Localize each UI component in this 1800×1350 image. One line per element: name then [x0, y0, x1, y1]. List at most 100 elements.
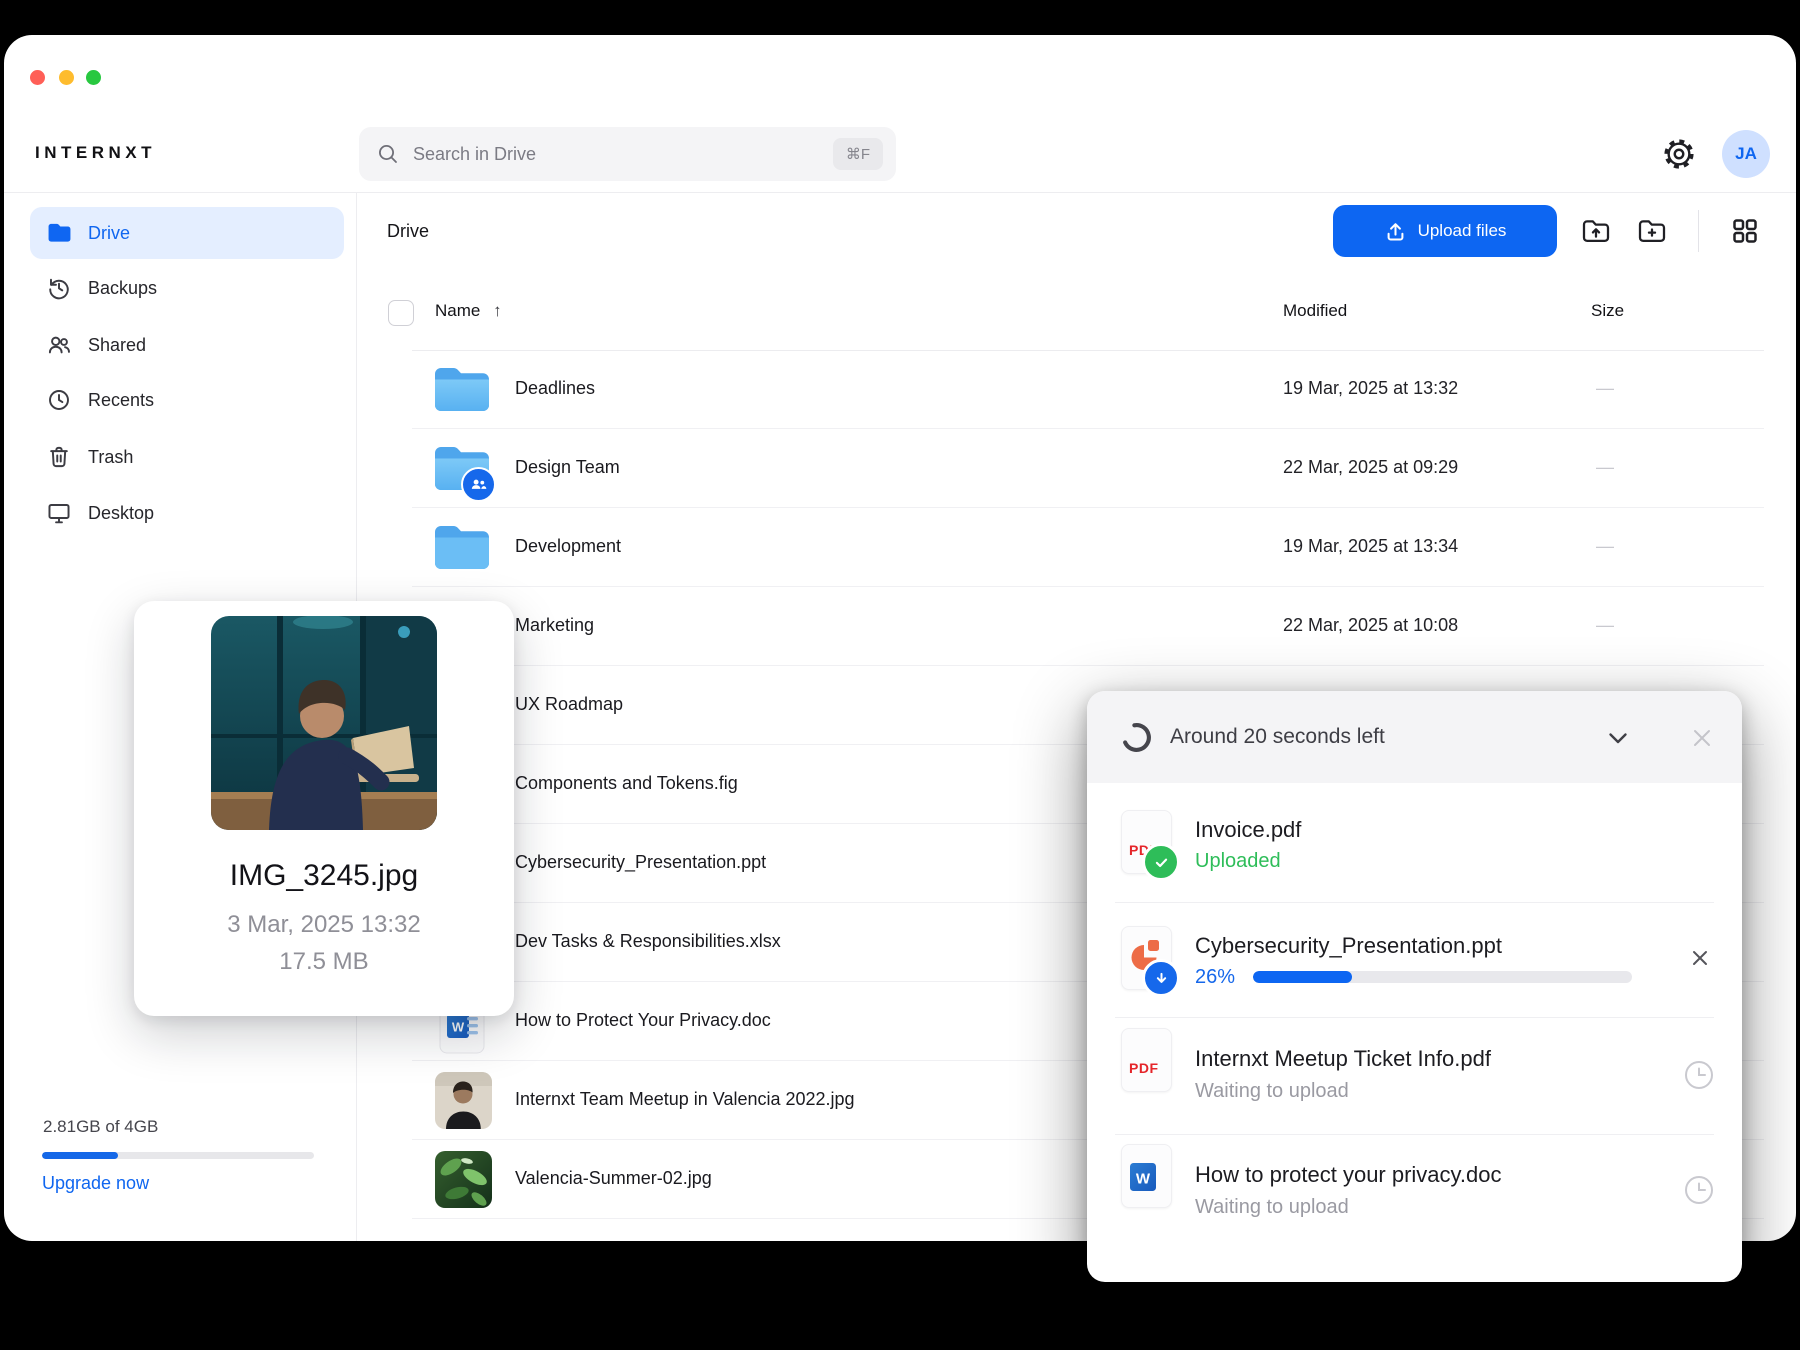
- grid-view-icon: [1730, 216, 1760, 246]
- sidebar-item-desktop[interactable]: Desktop: [30, 487, 344, 539]
- search-icon: [376, 142, 400, 166]
- folder-upload-icon: [1580, 215, 1612, 247]
- clock-icon: [46, 387, 72, 413]
- sidebar-item-recents[interactable]: Recents: [30, 374, 344, 426]
- column-header-modified[interactable]: Modified: [1283, 301, 1347, 321]
- new-folder-button[interactable]: [1631, 210, 1673, 252]
- file-name: Dev Tasks & Responsibilities.xlsx: [515, 931, 781, 952]
- file-name: Cybersecurity_Presentation.ppt: [515, 852, 766, 873]
- storage-progress-bar: [42, 1152, 314, 1159]
- svg-text:PDF: PDF: [1129, 1060, 1159, 1076]
- sidebar-item-trash[interactable]: Trash: [30, 431, 344, 483]
- waiting-clock-icon: [1683, 1059, 1715, 1091]
- table-row[interactable]: Design Team 22 Mar, 2025 at 09:29 —: [356, 429, 1796, 508]
- sidebar-item-label: Desktop: [88, 503, 154, 524]
- ppt-file-icon: [1121, 926, 1172, 990]
- word-doc-icon: W: [1121, 1144, 1172, 1208]
- file-name: Marketing: [515, 615, 594, 636]
- upload-item-status: Waiting to upload: [1195, 1196, 1349, 1219]
- file-name: UX Roadmap: [515, 694, 623, 715]
- desktop-background: INTERNXT ⌘F JA: [0, 0, 1800, 1350]
- upload-item-name: Invoice.pdf: [1195, 817, 1301, 843]
- upload-files-label: Upload files: [1418, 221, 1507, 241]
- minimize-window-button[interactable]: [59, 70, 74, 85]
- trash-icon: [46, 444, 72, 470]
- upload-item-status: Waiting to upload: [1195, 1080, 1349, 1103]
- photo-thumbnail: [435, 1072, 492, 1129]
- avatar[interactable]: JA: [1722, 130, 1770, 178]
- preview-filename: IMG_3245.jpg: [134, 859, 514, 893]
- preview-photo: [211, 616, 437, 830]
- sidebar-item-label: Backups: [88, 278, 157, 299]
- sidebar-item-shared[interactable]: Shared: [30, 319, 344, 371]
- internxt-logo: INTERNXT: [35, 143, 156, 163]
- panel-separator: [1115, 902, 1714, 903]
- preview-size: 17.5 MB: [134, 948, 514, 976]
- panel-separator: [1115, 1134, 1714, 1135]
- column-header-name[interactable]: Name ↑: [435, 301, 502, 321]
- close-window-button[interactable]: [30, 70, 45, 85]
- check-badge-icon: [1142, 843, 1180, 881]
- collapse-panel-button[interactable]: [1599, 719, 1637, 757]
- photo-thumbnail: [435, 1151, 492, 1208]
- upgrade-now-link[interactable]: Upgrade now: [42, 1173, 149, 1194]
- sidebar-item-drive[interactable]: Drive: [30, 207, 344, 259]
- storage-progress-fill: [42, 1152, 118, 1159]
- table-row[interactable]: Development 19 Mar, 2025 at 13:34 —: [356, 508, 1796, 587]
- table-row[interactable]: Marketing 22 Mar, 2025 at 10:08 —: [356, 587, 1796, 666]
- folder-icon: [433, 524, 491, 571]
- close-icon: [1686, 944, 1714, 972]
- cancel-upload-button[interactable]: [1682, 940, 1718, 976]
- file-modified: 22 Mar, 2025 at 10:08: [1283, 615, 1458, 636]
- spinner-icon: [1120, 721, 1153, 754]
- search-input[interactable]: [413, 144, 896, 165]
- upload-folder-button[interactable]: [1575, 210, 1617, 252]
- folder-icon: [433, 366, 491, 413]
- pdf-file-icon: PDF: [1121, 810, 1172, 874]
- close-panel-button[interactable]: [1681, 717, 1723, 759]
- upload-item-percent: 26%: [1195, 966, 1235, 989]
- page-title: Drive: [387, 221, 429, 242]
- upload-progress-panel: Around 20 seconds left P: [1087, 691, 1742, 1282]
- select-all-checkbox[interactable]: [388, 300, 414, 326]
- sidebar-item-label: Recents: [88, 390, 154, 411]
- file-modified: 19 Mar, 2025 at 13:34: [1283, 536, 1458, 557]
- upload-progress-bar: [1253, 971, 1632, 983]
- sidebar-item-backups[interactable]: Backups: [30, 262, 344, 314]
- toolbar-divider: [1698, 210, 1699, 252]
- grid-view-button[interactable]: [1724, 210, 1766, 252]
- settings-button[interactable]: [1661, 136, 1697, 172]
- column-header-size[interactable]: Size: [1591, 301, 1624, 321]
- sidebar-item-label: Trash: [88, 447, 133, 468]
- file-size: —: [1596, 378, 1614, 399]
- download-arrow-badge-icon: [1142, 959, 1180, 997]
- search-bar[interactable]: ⌘F: [359, 127, 896, 181]
- file-name: Internxt Team Meetup in Valencia 2022.jp…: [515, 1089, 855, 1110]
- file-preview-card: IMG_3245.jpg 3 Mar, 2025 13:32 17.5 MB: [134, 601, 514, 1016]
- file-size: —: [1596, 615, 1614, 636]
- shared-badge-icon: [461, 467, 496, 502]
- upload-item-name: Internxt Meetup Ticket Info.pdf: [1195, 1046, 1491, 1072]
- zoom-window-button[interactable]: [86, 70, 101, 85]
- panel-separator: [1115, 1017, 1714, 1018]
- file-modified: 19 Mar, 2025 at 13:32: [1283, 378, 1458, 399]
- svg-text:W: W: [1136, 1171, 1151, 1188]
- upload-panel-header: Around 20 seconds left: [1087, 691, 1742, 783]
- file-name: Design Team: [515, 457, 620, 478]
- waiting-clock-icon: [1683, 1174, 1715, 1206]
- file-size: —: [1596, 457, 1614, 478]
- pdf-file-icon: PDF: [1121, 1028, 1172, 1092]
- upload-files-button[interactable]: Upload files: [1333, 205, 1557, 257]
- file-name: Development: [515, 536, 621, 557]
- upload-icon: [1384, 220, 1407, 243]
- folder-icon: [46, 220, 72, 246]
- chevron-down-icon: [1603, 723, 1633, 753]
- gear-icon: [1662, 137, 1696, 171]
- table-row[interactable]: Deadlines 19 Mar, 2025 at 13:32 —: [356, 350, 1796, 429]
- upload-item-name: Cybersecurity_Presentation.ppt: [1195, 933, 1502, 959]
- file-name: How to Protect Your Privacy.doc: [515, 1010, 771, 1031]
- column-header-name-label: Name: [435, 301, 480, 320]
- storage-usage-label: 2.81GB of 4GB: [43, 1117, 158, 1137]
- upload-item-name: How to protect your privacy.doc: [1195, 1162, 1502, 1188]
- file-size: —: [1596, 536, 1614, 557]
